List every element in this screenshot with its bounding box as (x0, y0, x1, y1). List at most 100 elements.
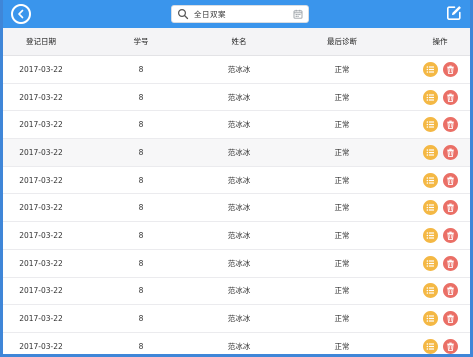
cell-diagnosis: 正常 (334, 147, 350, 157)
trash-icon (446, 65, 454, 74)
detail-button[interactable] (422, 255, 438, 271)
table-row[interactable]: 2017-03-22 8 范冰冰 正常 (3, 305, 470, 333)
list-icon (426, 232, 434, 239)
cell-name: 范冰冰 (227, 92, 251, 102)
cell-name: 范冰冰 (227, 64, 251, 74)
cell-id: 8 (138, 64, 144, 74)
table-row[interactable]: 2017-03-22 8 范冰冰 正常 (3, 111, 470, 140)
search-text: 全日双案 (194, 10, 226, 19)
detail-button[interactable] (422, 61, 438, 77)
cell-actions (405, 278, 470, 305)
delete-button[interactable] (442, 338, 458, 354)
table-header: 登记日期 学号 姓名 最后诊断 操作 (3, 28, 470, 56)
table-row[interactable]: 2017-03-22 8 范冰冰 正常 (3, 194, 470, 223)
delete-button[interactable] (442, 61, 458, 77)
edit-icon[interactable] (446, 5, 462, 21)
app-window: 全日双案 登记日期 学号 姓名 最后诊断 操作 2017-03-22 8 范冰冰 正常… (0, 0, 473, 357)
search-icon (177, 8, 189, 20)
list-icon (426, 93, 434, 101)
cell-actions (405, 333, 470, 354)
table-row[interactable]: 2017-03-22 8 范冰冰 正常 (3, 222, 470, 250)
cell-diagnosis: 正常 (334, 203, 350, 213)
detail-button[interactable] (422, 117, 438, 133)
cell-name: 范冰冰 (227, 230, 251, 240)
trash-icon (446, 231, 454, 240)
cell-diagnosis: 正常 (334, 258, 350, 268)
cell-name: 范冰冰 (227, 147, 251, 157)
list-icon (426, 315, 434, 322)
table-row[interactable]: 2017-03-22 8 范冰冰 正常 (3, 56, 470, 84)
cell-diagnosis: 正常 (334, 286, 350, 296)
list-icon (426, 176, 434, 184)
cell-diagnosis: 正常 (334, 175, 350, 185)
cell-actions (405, 84, 470, 111)
back-button[interactable] (11, 4, 31, 24)
trash-icon (446, 176, 454, 185)
trash-icon (446, 148, 454, 157)
delete-button[interactable] (442, 283, 458, 299)
delete-button[interactable] (442, 144, 458, 160)
trash-icon (446, 259, 454, 268)
delete-button[interactable] (442, 89, 458, 105)
cell-name: 范冰冰 (227, 314, 251, 324)
delete-button[interactable] (442, 200, 458, 216)
cell-name: 范冰冰 (227, 120, 251, 130)
detail-button[interactable] (422, 227, 438, 243)
list-icon (426, 204, 434, 212)
back-arrow-icon (18, 9, 24, 19)
cell-name: 范冰冰 (227, 203, 251, 213)
detail-button[interactable] (422, 338, 438, 354)
cell-name: 范冰冰 (227, 258, 251, 268)
delete-button[interactable] (442, 227, 458, 243)
list-icon (426, 66, 434, 73)
trash-icon (446, 314, 454, 323)
cell-date: 2017-03-22 (19, 314, 63, 324)
header-date[interactable]: 登记日期 (3, 28, 79, 55)
cell-diagnosis: 正常 (334, 64, 350, 74)
detail-button[interactable] (422, 200, 438, 216)
header-diagnosis[interactable]: 最后诊断 (303, 28, 381, 55)
detail-button[interactable] (422, 311, 438, 327)
cell-actions (405, 111, 470, 138)
header-name[interactable]: 姓名 (203, 28, 275, 55)
table-row[interactable]: 2017-03-22 8 范冰冰 正常 (3, 83, 470, 112)
cell-date: 2017-03-22 (19, 258, 63, 268)
cell-date: 2017-03-22 (19, 175, 63, 185)
cell-diagnosis: 正常 (334, 314, 350, 324)
delete-button[interactable] (442, 255, 458, 271)
detail-button[interactable] (422, 283, 438, 299)
table-row[interactable]: 2017-03-22 8 范冰冰 正常 (3, 139, 470, 167)
cell-date: 2017-03-22 (19, 286, 63, 296)
detail-button[interactable] (422, 172, 438, 188)
cell-id: 8 (138, 92, 144, 102)
table-body: 2017-03-22 8 范冰冰 正常 2017-03-22 8 范冰冰 正常 2017-03-… (3, 56, 470, 354)
trash-icon (446, 203, 454, 213)
cell-date: 2017-03-22 (19, 92, 63, 102)
table-row[interactable]: 2017-03-22 8 范冰冰 正常 (3, 166, 470, 195)
cell-actions (405, 305, 470, 332)
cell-name: 范冰冰 (227, 175, 251, 185)
table-row[interactable]: 2017-03-22 8 范冰冰 正常 (3, 277, 470, 306)
cell-id: 8 (138, 314, 144, 324)
cell-diagnosis: 正常 (334, 92, 350, 102)
list-icon (426, 259, 434, 267)
detail-button[interactable] (422, 144, 438, 160)
delete-button[interactable] (442, 172, 458, 188)
cell-actions (405, 250, 470, 277)
calendar-icon[interactable] (293, 9, 303, 19)
detail-button[interactable] (422, 89, 438, 105)
cell-date: 2017-03-22 (19, 230, 63, 240)
delete-button[interactable] (442, 311, 458, 327)
cell-actions (405, 194, 470, 221)
trash-icon (446, 93, 454, 102)
cell-date: 2017-03-22 (19, 120, 63, 130)
cell-id: 8 (138, 286, 144, 296)
trash-icon (446, 342, 454, 351)
delete-button[interactable] (442, 117, 458, 133)
table-row[interactable]: 2017-03-22 8 范冰冰 正常 (3, 332, 470, 354)
header-id[interactable]: 学号 (105, 28, 177, 55)
cell-id: 8 (138, 230, 144, 240)
list-icon (426, 287, 434, 295)
table-row[interactable]: 2017-03-22 8 范冰冰 正常 (3, 249, 470, 278)
search-input[interactable]: 全日双案 (171, 5, 309, 23)
